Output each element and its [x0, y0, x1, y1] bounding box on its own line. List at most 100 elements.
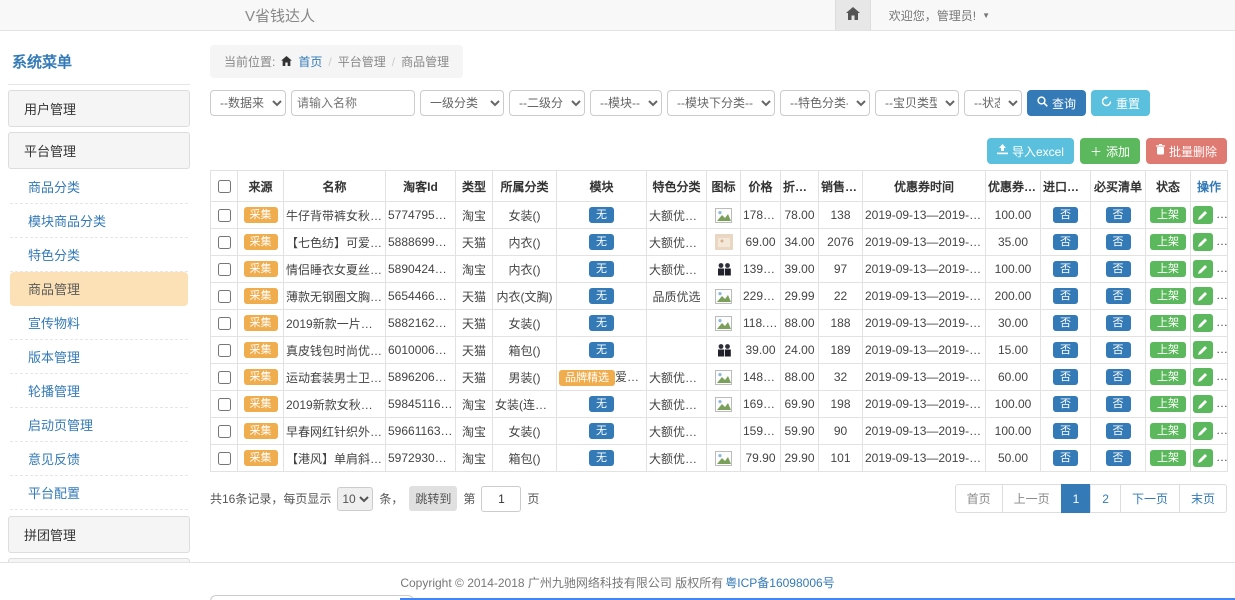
sidebar-item-平台配置[interactable]: 平台配置: [10, 476, 188, 510]
must-buy-toggle-button[interactable]: 否: [1106, 423, 1131, 439]
pager-button-上一页[interactable]: 上一页: [1002, 484, 1062, 513]
item-type-select[interactable]: --宝贝类型--: [875, 90, 959, 116]
sidebar-group-拼团管理[interactable]: 拼团管理: [8, 516, 190, 553]
status-cell: 上架: [1146, 418, 1191, 445]
row-checkbox[interactable]: [218, 344, 231, 357]
sidebar-item-轮播管理[interactable]: 轮播管理: [10, 374, 188, 408]
import-toggle-button[interactable]: 否: [1053, 369, 1078, 385]
must-buy-toggle-button[interactable]: 否: [1106, 396, 1131, 412]
row-checkbox[interactable]: [218, 425, 231, 438]
sidebar-item-特色分类[interactable]: 特色分类: [10, 238, 188, 272]
user-menu[interactable]: 欢迎您，管理员! ▼: [889, 7, 990, 24]
pager-button-下一页[interactable]: 下一页: [1120, 484, 1180, 513]
import-toggle-button[interactable]: 否: [1053, 207, 1078, 223]
import-toggle-button[interactable]: 否: [1053, 315, 1078, 331]
row-checkbox[interactable]: [218, 236, 231, 249]
import-select-cell: 否: [1041, 364, 1091, 391]
product-name-cell: 牛仔背带裤女秋装减龄...: [284, 202, 386, 229]
sidebar-item-模块商品分类[interactable]: 模块商品分类: [10, 204, 188, 238]
status-button[interactable]: 上架: [1150, 234, 1186, 250]
edit-button[interactable]: [1193, 260, 1213, 278]
must-buy-toggle-button[interactable]: 否: [1106, 369, 1131, 385]
edit-button[interactable]: [1193, 395, 1213, 413]
must-buy-toggle-button[interactable]: 否: [1106, 288, 1131, 304]
import-excel-button[interactable]: 导入excel: [987, 138, 1074, 164]
pager-button-1[interactable]: 1: [1061, 484, 1092, 513]
type-cell: 天猫: [456, 364, 493, 391]
price-cell: 229.99: [741, 283, 781, 310]
must-buy-toggle-button[interactable]: 否: [1106, 261, 1131, 277]
row-checkbox[interactable]: [218, 398, 231, 411]
sidebar-item-商品管理[interactable]: 商品管理: [10, 272, 188, 306]
jump-button[interactable]: 跳转到: [409, 486, 457, 511]
status-button[interactable]: 上架: [1150, 342, 1186, 358]
import-toggle-button[interactable]: 否: [1053, 450, 1078, 466]
icp-link[interactable]: 粤ICP备16098006号: [725, 574, 834, 591]
reset-button[interactable]: 重置: [1091, 90, 1150, 116]
status-button[interactable]: 上架: [1150, 396, 1186, 412]
breadcrumb-home-link[interactable]: 首页: [298, 53, 322, 70]
pager-button-首页[interactable]: 首页: [955, 484, 1003, 513]
level2-category-select[interactable]: --二级分类--: [509, 90, 585, 116]
import-toggle-button[interactable]: 否: [1053, 423, 1078, 439]
data-source-select[interactable]: --数据来源--: [210, 90, 286, 116]
add-button[interactable]: ＋ 添加: [1080, 138, 1140, 164]
level1-category-select[interactable]: 一级分类: [420, 90, 504, 116]
row-checkbox[interactable]: [218, 452, 231, 465]
name-search-input[interactable]: [291, 90, 415, 116]
must-buy-toggle-button[interactable]: 否: [1106, 234, 1131, 250]
operations-cell: [1191, 418, 1228, 445]
row-checkbox[interactable]: [218, 290, 231, 303]
batch-delete-button[interactable]: 批量删除: [1146, 138, 1227, 164]
import-toggle-button[interactable]: 否: [1053, 396, 1078, 412]
sidebar-group-平台管理[interactable]: 平台管理: [8, 132, 190, 169]
status-button[interactable]: 上架: [1150, 450, 1186, 466]
status-select[interactable]: --状态--: [964, 90, 1022, 116]
must-buy-toggle-button[interactable]: 否: [1106, 207, 1131, 223]
must-buy-toggle-button[interactable]: 否: [1106, 450, 1131, 466]
edit-button[interactable]: [1193, 314, 1213, 332]
sidebar-group-用户管理[interactable]: 用户管理: [8, 90, 190, 127]
import-toggle-button[interactable]: 否: [1053, 342, 1078, 358]
sidebar-item-版本管理[interactable]: 版本管理: [10, 340, 188, 374]
search-button[interactable]: 查询: [1027, 90, 1086, 116]
sidebar-item-商品分类[interactable]: 商品分类: [10, 170, 188, 204]
edit-button[interactable]: [1193, 287, 1213, 305]
sidebar-item-启动页管理[interactable]: 启动页管理: [10, 408, 188, 442]
status-button[interactable]: 上架: [1150, 423, 1186, 439]
row-checkbox[interactable]: [218, 209, 231, 222]
status-button[interactable]: 上架: [1150, 369, 1186, 385]
row-checkbox[interactable]: [218, 263, 231, 276]
sidebar-item-宣传物料[interactable]: 宣传物料: [10, 306, 188, 340]
status-button[interactable]: 上架: [1150, 207, 1186, 223]
import-toggle-button[interactable]: 否: [1053, 234, 1078, 250]
must-buy-toggle-button[interactable]: 否: [1106, 315, 1131, 331]
edit-button[interactable]: [1193, 368, 1213, 386]
feature-category-select[interactable]: --特色分类--: [780, 90, 870, 116]
status-button[interactable]: 上架: [1150, 288, 1186, 304]
edit-button[interactable]: [1193, 449, 1213, 467]
coupon-time-cell: 2019-09-13—2019-09-15: [863, 364, 986, 391]
table-row: 采集真皮钱包时尚优雅女士...601000601341天猫箱包()无39.002…: [211, 337, 1228, 364]
edit-button[interactable]: [1193, 341, 1213, 359]
module-subcategory-select[interactable]: --模块下分类--: [667, 90, 775, 116]
pager-button-末页[interactable]: 末页: [1179, 484, 1227, 513]
import-toggle-button[interactable]: 否: [1053, 261, 1078, 277]
per-page-select[interactable]: 10: [337, 487, 373, 511]
sidebar-item-意见反馈[interactable]: 意见反馈: [10, 442, 188, 476]
edit-button[interactable]: [1193, 233, 1213, 251]
status-button[interactable]: 上架: [1150, 315, 1186, 331]
module-select[interactable]: --模块--: [590, 90, 662, 116]
import-toggle-button[interactable]: 否: [1053, 288, 1078, 304]
edit-button[interactable]: [1193, 422, 1213, 440]
edit-button[interactable]: [1193, 206, 1213, 224]
must-buy-toggle-button[interactable]: 否: [1106, 342, 1131, 358]
home-button[interactable]: [835, 0, 871, 30]
select-all-checkbox[interactable]: [218, 180, 231, 193]
status-button[interactable]: 上架: [1150, 261, 1186, 277]
row-checkbox[interactable]: [218, 317, 231, 330]
row-checkbox[interactable]: [218, 371, 231, 384]
page-number-input[interactable]: [481, 486, 521, 512]
column-header-折后价: 折后价: [781, 171, 819, 202]
pager-button-2[interactable]: 2: [1090, 484, 1121, 513]
